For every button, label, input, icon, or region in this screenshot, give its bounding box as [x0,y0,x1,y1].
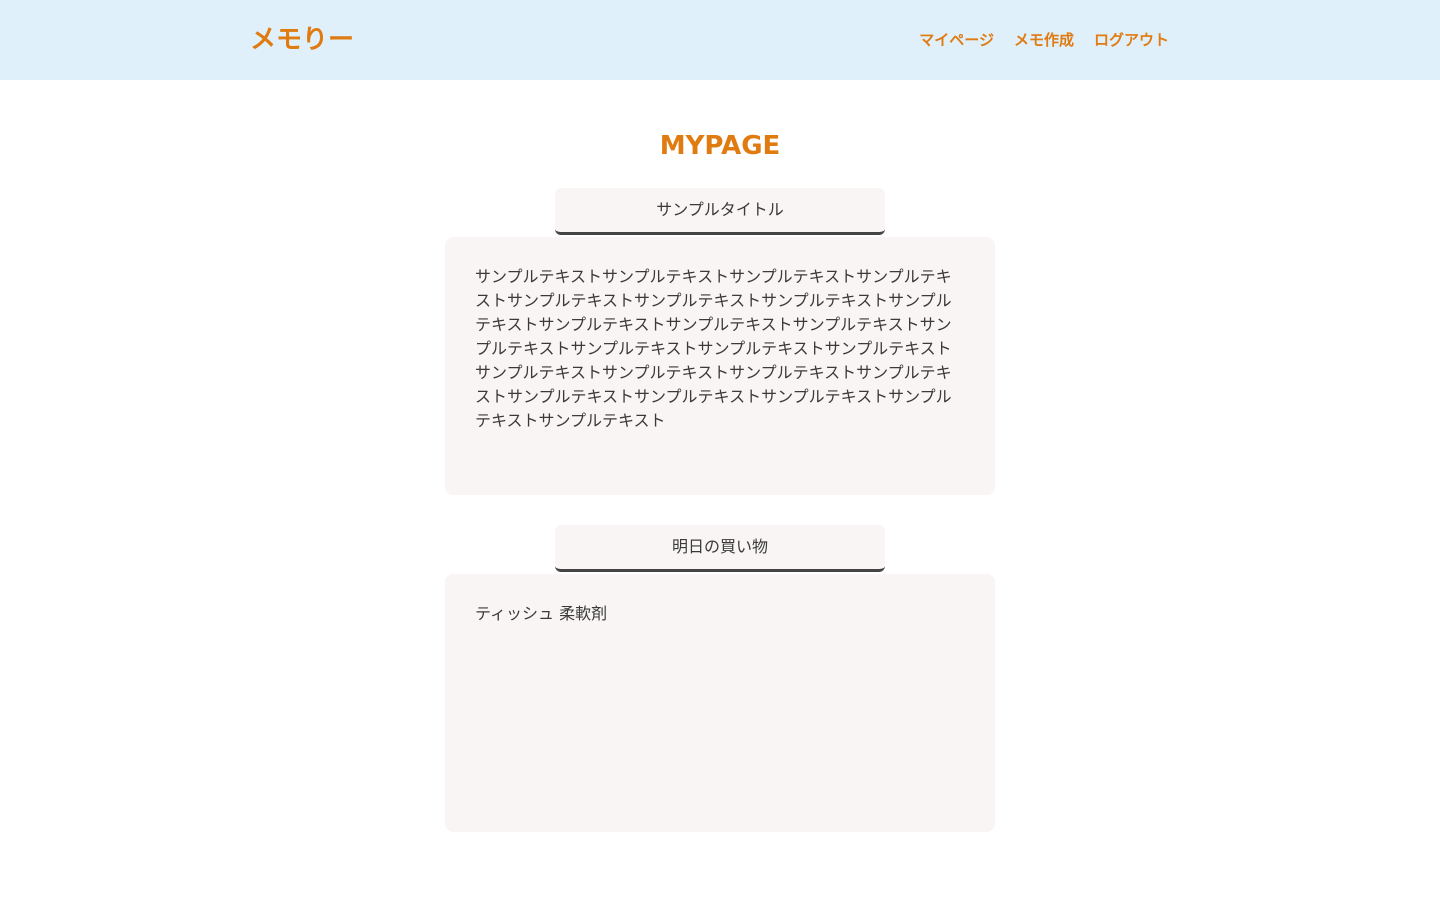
memo-list: サンプルタイトル サンプルテキストサンプルテキストサンプルテキストサンプルテキス… [0,188,1440,832]
memo-title[interactable]: 明日の買い物 [555,525,885,572]
memo-body: ティッシュ 柔軟剤 [445,574,995,832]
nav-create-memo-link[interactable]: メモ作成 [1014,28,1074,52]
site-logo[interactable]: メモりー [250,20,354,60]
nav-mypage-link[interactable]: マイページ [919,28,994,52]
nav-logout-link[interactable]: ログアウト [1094,28,1169,52]
main-content: MYPAGE サンプルタイトル サンプルテキストサンプルテキストサンプルテキスト… [0,128,1440,832]
page-title: MYPAGE [659,131,781,161]
memo-body: サンプルテキストサンプルテキストサンプルテキストサンプルテキストサンプルテキスト… [445,237,995,495]
main-nav: マイページ メモ作成 ログアウト [919,28,1169,52]
memo-card: サンプルタイトル サンプルテキストサンプルテキストサンプルテキストサンプルテキス… [445,188,995,495]
site-header: メモりー マイページ メモ作成 ログアウト [0,0,1440,80]
memo-card: 明日の買い物 ティッシュ 柔軟剤 [445,525,995,832]
memo-title[interactable]: サンプルタイトル [555,188,885,235]
